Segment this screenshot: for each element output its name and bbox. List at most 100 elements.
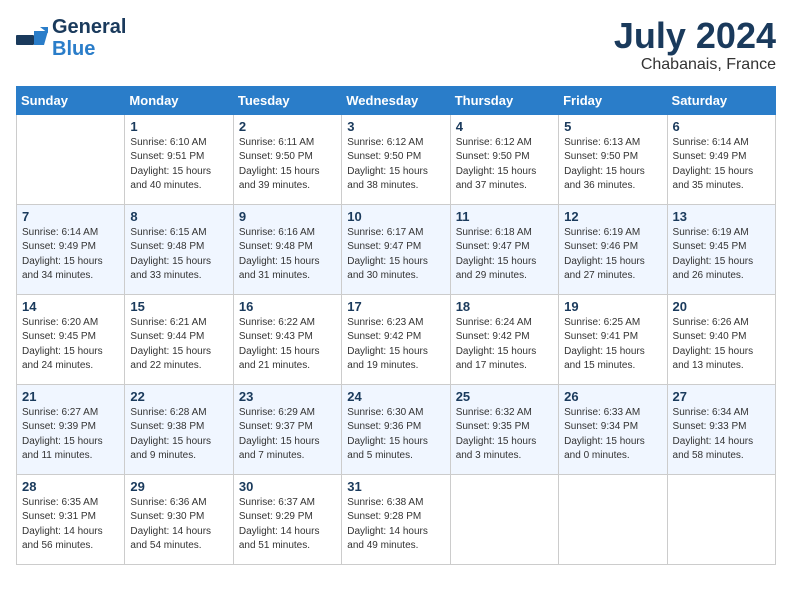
- calendar-cell: 24 Sunrise: 6:30 AMSunset: 9:36 PMDayligh…: [342, 384, 450, 474]
- day-number: 20: [673, 299, 770, 314]
- day-number: 7: [22, 209, 119, 224]
- calendar-cell: 4Sunrise: 6:12 AMSunset: 9:50 PMDaylight…: [450, 114, 558, 204]
- day-info: Sunrise: 6:35 AMSunset: 9:31 PMDaylight:…: [22, 496, 119, 554]
- calendar-week-row: 14Sunrise: 6:20 AMSunset: 9:45 PMDayligh…: [17, 294, 776, 384]
- day-info: Sunrise: 6:21 AMSunset: 9:44 PMDaylight:…: [130, 316, 227, 374]
- day-info: Sunrise: 6:19 AMSunset: 9:46 PMDaylight:…: [564, 226, 661, 284]
- day-info: Sunrise: 6:17 AMSunset: 9:47 PMDaylight:…: [347, 226, 444, 284]
- day-info: Sunrise: 6:33 AMSunset: 9:34 PMDaylight:…: [564, 406, 661, 464]
- calendar-cell: 12 Sunrise: 6:19 AMSunset: 9:46 PMDayligh…: [559, 204, 667, 294]
- calendar-week-row: 7 Sunrise: 6:14 AMSunset: 9:49 PMDaylight…: [17, 204, 776, 294]
- calendar-cell: 29Sunrise: 6:36 AMSunset: 9:30 PMDayligh…: [125, 474, 233, 564]
- column-header-friday: Friday: [559, 86, 667, 114]
- day-info: Sunrise: 6:19 AMSunset: 9:45 PMDaylight:…: [673, 226, 770, 284]
- calendar-cell: 6 Sunrise: 6:14 AMSunset: 9:49 PMDaylight…: [667, 114, 775, 204]
- day-number: 18: [456, 299, 553, 314]
- day-info: Sunrise: 6:14 AMSunset: 9:49 PMDaylight:…: [22, 226, 119, 284]
- day-number: 19: [564, 299, 661, 314]
- logo-line1: General: [52, 16, 126, 38]
- day-number: 23: [239, 389, 336, 404]
- day-info: Sunrise: 6:32 AMSunset: 9:35 PMDaylight:…: [456, 406, 553, 464]
- day-number: 26: [564, 389, 661, 404]
- day-info: Sunrise: 6:11 AMSunset: 9:50 PMDaylight:…: [239, 136, 336, 194]
- calendar-cell: 2 Sunrise: 6:11 AMSunset: 9:50 PMDaylight…: [233, 114, 341, 204]
- day-info: Sunrise: 6:36 AMSunset: 9:30 PMDaylight:…: [130, 496, 227, 554]
- calendar-cell: 3 Sunrise: 6:12 AMSunset: 9:50 PMDaylight…: [342, 114, 450, 204]
- day-number: 13: [673, 209, 770, 224]
- calendar-cell: 11Sunrise: 6:18 AMSunset: 9:47 PMDayligh…: [450, 204, 558, 294]
- calendar-cell: 9 Sunrise: 6:16 AMSunset: 9:48 PMDaylight…: [233, 204, 341, 294]
- day-info: Sunrise: 6:24 AMSunset: 9:42 PMDaylight:…: [456, 316, 553, 374]
- day-number: 5: [564, 119, 661, 134]
- calendar-cell: [559, 474, 667, 564]
- day-number: 12: [564, 209, 661, 224]
- calendar-cell: 10 Sunrise: 6:17 AMSunset: 9:47 PMDayligh…: [342, 204, 450, 294]
- calendar-table: SundayMondayTuesdayWednesdayThursdayFrid…: [16, 86, 776, 565]
- day-number: 24: [347, 389, 444, 404]
- calendar-cell: 23 Sunrise: 6:29 AMSunset: 9:37 PMDayligh…: [233, 384, 341, 474]
- calendar-week-row: 1 Sunrise: 6:10 AMSunset: 9:51 PMDaylight…: [17, 114, 776, 204]
- day-number: 9: [239, 209, 336, 224]
- calendar-cell: 20Sunrise: 6:26 AMSunset: 9:40 PMDayligh…: [667, 294, 775, 384]
- column-header-thursday: Thursday: [450, 86, 558, 114]
- day-number: 1: [130, 119, 227, 134]
- title-area: July 2024 Chabanais, France: [614, 16, 776, 74]
- calendar-cell: [667, 474, 775, 564]
- day-info: Sunrise: 6:20 AMSunset: 9:45 PMDaylight:…: [22, 316, 119, 374]
- calendar-location: Chabanais, France: [614, 56, 776, 74]
- day-info: Sunrise: 6:38 AMSunset: 9:28 PMDaylight:…: [347, 496, 444, 554]
- calendar-week-row: 21 Sunrise: 6:27 AMSunset: 9:39 PMDayligh…: [17, 384, 776, 474]
- calendar-cell: 5Sunrise: 6:13 AMSunset: 9:50 PMDaylight…: [559, 114, 667, 204]
- day-info: Sunrise: 6:34 AMSunset: 9:33 PMDaylight:…: [673, 406, 770, 464]
- calendar-cell: 26 Sunrise: 6:33 AMSunset: 9:34 PMDayligh…: [559, 384, 667, 474]
- calendar-cell: 25 Sunrise: 6:32 AMSunset: 9:35 PMDayligh…: [450, 384, 558, 474]
- day-info: Sunrise: 6:15 AMSunset: 9:48 PMDaylight:…: [130, 226, 227, 284]
- column-header-monday: Monday: [125, 86, 233, 114]
- day-info: Sunrise: 6:25 AMSunset: 9:41 PMDaylight:…: [564, 316, 661, 374]
- calendar-cell: 18 Sunrise: 6:24 AMSunset: 9:42 PMDayligh…: [450, 294, 558, 384]
- calendar-cell: [17, 114, 125, 204]
- calendar-cell: 21 Sunrise: 6:27 AMSunset: 9:39 PMDayligh…: [17, 384, 125, 474]
- day-number: 17: [347, 299, 444, 314]
- day-number: 30: [239, 479, 336, 494]
- day-number: 27: [673, 389, 770, 404]
- day-number: 22: [130, 389, 227, 404]
- day-info: Sunrise: 6:23 AMSunset: 9:42 PMDaylight:…: [347, 316, 444, 374]
- day-number: 6: [673, 119, 770, 134]
- day-info: Sunrise: 6:12 AMSunset: 9:50 PMDaylight:…: [347, 136, 444, 194]
- day-info: Sunrise: 6:16 AMSunset: 9:48 PMDaylight:…: [239, 226, 336, 284]
- calendar-header-row: SundayMondayTuesdayWednesdayThursdayFrid…: [17, 86, 776, 114]
- day-info: Sunrise: 6:22 AMSunset: 9:43 PMDaylight:…: [239, 316, 336, 374]
- day-number: 25: [456, 389, 553, 404]
- calendar-week-row: 28 Sunrise: 6:35 AMSunset: 9:31 PMDayligh…: [17, 474, 776, 564]
- logo: General Blue: [16, 16, 126, 60]
- calendar-cell: 16 Sunrise: 6:22 AMSunset: 9:43 PMDayligh…: [233, 294, 341, 384]
- day-info: Sunrise: 6:30 AMSunset: 9:36 PMDaylight:…: [347, 406, 444, 464]
- column-header-wednesday: Wednesday: [342, 86, 450, 114]
- calendar-cell: 8Sunrise: 6:15 AMSunset: 9:48 PMDaylight…: [125, 204, 233, 294]
- day-info: Sunrise: 6:28 AMSunset: 9:38 PMDaylight:…: [130, 406, 227, 464]
- day-info: Sunrise: 6:37 AMSunset: 9:29 PMDaylight:…: [239, 496, 336, 554]
- day-number: 31: [347, 479, 444, 494]
- calendar-title: July 2024: [614, 16, 776, 56]
- calendar-cell: 13 Sunrise: 6:19 AMSunset: 9:45 PMDayligh…: [667, 204, 775, 294]
- calendar-cell: [450, 474, 558, 564]
- day-number: 2: [239, 119, 336, 134]
- day-number: 21: [22, 389, 119, 404]
- day-info: Sunrise: 6:14 AMSunset: 9:49 PMDaylight:…: [673, 136, 770, 194]
- column-header-sunday: Sunday: [17, 86, 125, 114]
- calendar-cell: 28 Sunrise: 6:35 AMSunset: 9:31 PMDayligh…: [17, 474, 125, 564]
- day-number: 10: [347, 209, 444, 224]
- logo-line2: Blue: [52, 38, 126, 60]
- column-header-tuesday: Tuesday: [233, 86, 341, 114]
- day-number: 3: [347, 119, 444, 134]
- day-number: 28: [22, 479, 119, 494]
- calendar-cell: 15Sunrise: 6:21 AMSunset: 9:44 PMDayligh…: [125, 294, 233, 384]
- day-info: Sunrise: 6:10 AMSunset: 9:51 PMDaylight:…: [130, 136, 227, 194]
- day-number: 16: [239, 299, 336, 314]
- day-info: Sunrise: 6:27 AMSunset: 9:39 PMDaylight:…: [22, 406, 119, 464]
- calendar-cell: 31 Sunrise: 6:38 AMSunset: 9:28 PMDayligh…: [342, 474, 450, 564]
- day-info: Sunrise: 6:29 AMSunset: 9:37 PMDaylight:…: [239, 406, 336, 464]
- calendar-cell: 7 Sunrise: 6:14 AMSunset: 9:49 PMDaylight…: [17, 204, 125, 294]
- day-number: 11: [456, 209, 553, 224]
